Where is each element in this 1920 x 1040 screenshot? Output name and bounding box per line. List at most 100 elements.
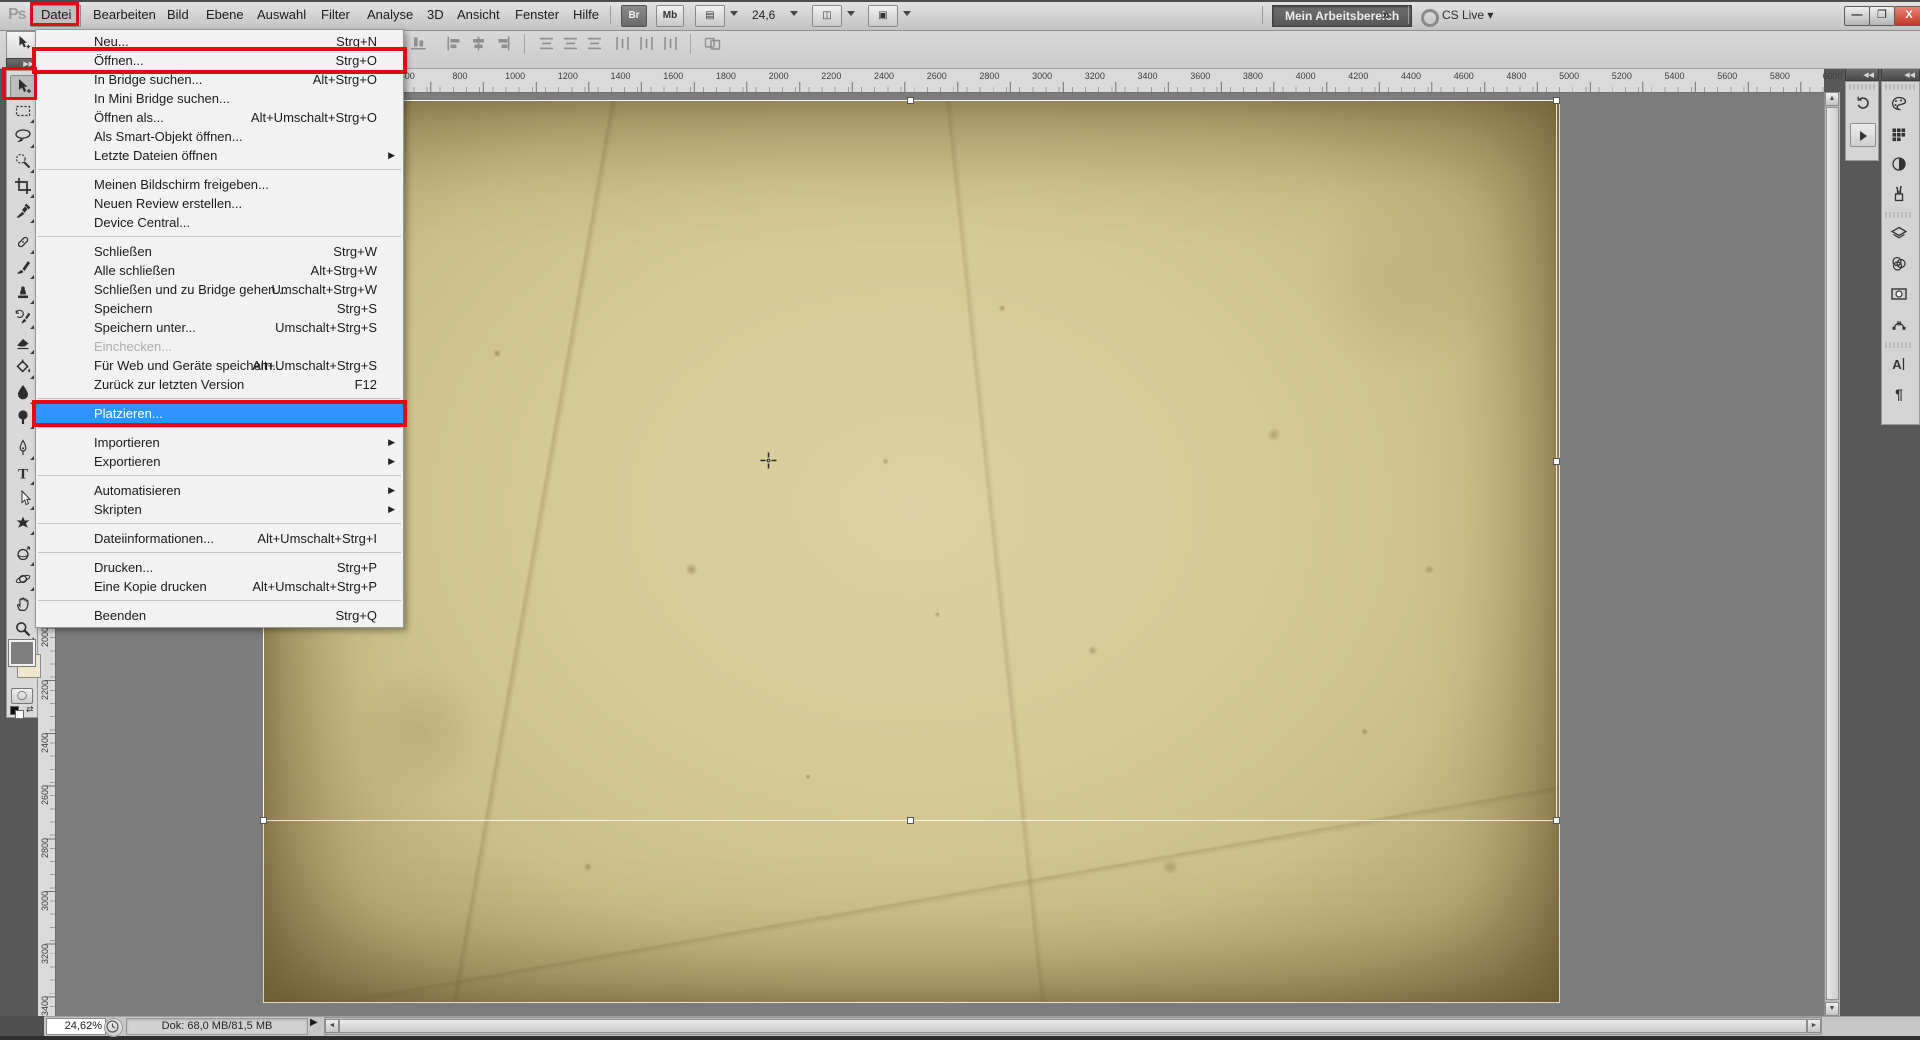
scroll-left-icon[interactable]: ◄ <box>325 1019 339 1033</box>
brush-tool[interactable] <box>10 256 35 280</box>
dock2-collapse-header[interactable]: ◀◀ <box>1881 68 1920 81</box>
distribute-vertical-centers-icon[interactable] <box>562 36 579 51</box>
cslive-menu[interactable]: CS Live ▾ <box>1442 8 1493 22</box>
history-panel[interactable] <box>1850 92 1876 116</box>
file-menu-item[interactable]: Schließen und zu Bridge gehen... Umschal… <box>36 280 403 299</box>
auto-align-layers-icon[interactable] <box>704 36 721 51</box>
paths-panel[interactable] <box>1886 312 1912 336</box>
scroll-down-icon[interactable]: ▼ <box>1825 1002 1839 1016</box>
3d-object-rotate-tool[interactable] <box>10 543 35 567</box>
menu-analyse[interactable]: Analyse <box>358 5 422 25</box>
masks-panel[interactable] <box>1886 282 1912 306</box>
file-menu-item[interactable]: Skripten ▶ <box>36 500 403 519</box>
distribute-top-edges-icon[interactable] <box>538 36 555 51</box>
type-tool[interactable]: T <box>10 462 35 486</box>
menu-bearbeiten[interactable]: Bearbeiten <box>84 5 165 25</box>
clock-icon[interactable] <box>104 1018 123 1037</box>
custom-shape-tool[interactable] <box>10 512 35 536</box>
default-colors-icon[interactable] <box>10 706 24 718</box>
pen-tool[interactable] <box>10 437 35 461</box>
file-menu-item[interactable]: Öffnen... Strg+O <box>36 51 403 70</box>
file-menu-item[interactable]: Schließen Strg+W <box>36 242 403 261</box>
menu-ebene[interactable]: Ebene <box>197 5 253 25</box>
handle-bottom-left[interactable] <box>260 817 267 824</box>
file-menu-item[interactable]: Beenden Strg+Q <box>36 606 403 625</box>
file-menu-item[interactable]: Einchecken... <box>36 337 403 356</box>
distribute-horizontal-centers-icon[interactable] <box>638 36 655 51</box>
adjustments-panel[interactable] <box>1886 152 1912 176</box>
file-menu-item[interactable]: Speichern Strg+S <box>36 299 403 318</box>
lasso-tool[interactable] <box>10 125 35 149</box>
menu-bild[interactable]: Bild <box>158 5 198 25</box>
file-menu-item[interactable]: Zurück zur letzten Version F12 <box>36 375 403 394</box>
vertical-scrollbar-thumb[interactable] <box>1826 107 1839 1000</box>
color-panel[interactable] <box>1886 92 1912 116</box>
file-menu-item[interactable]: In Bridge suchen... Alt+Strg+O <box>36 70 403 89</box>
file-menu-item[interactable]: Letzte Dateien öffnen ▶ <box>36 146 403 165</box>
align-bottom-edges-icon[interactable] <box>410 36 427 51</box>
launch-mini-bridge-button[interactable]: Mb <box>656 5 684 27</box>
workspace-overflow-chevrons[interactable]: » <box>1382 6 1390 22</box>
character-panel[interactable]: A <box>1886 352 1912 376</box>
crop-tool[interactable] <box>10 175 35 199</box>
zoom-level-field[interactable]: 24,6 <box>752 8 775 22</box>
scroll-up-icon[interactable]: ▲ <box>1825 92 1839 106</box>
file-menu-item[interactable]: Eine Kopie drucken Alt+Umschalt+Strg+P <box>36 577 403 596</box>
file-menu-item[interactable]: Exportieren ▶ <box>36 452 403 471</box>
brush-presets-panel[interactable] <box>1886 182 1912 206</box>
clone-stamp-tool[interactable] <box>10 281 35 305</box>
horizontal-scrollbar[interactable]: ◄ ► <box>324 1017 1822 1035</box>
eyedropper-tool[interactable] <box>10 200 35 224</box>
handle-middle-right[interactable] <box>1553 458 1560 465</box>
layers-panel[interactable] <box>1886 222 1912 246</box>
swap-colors-icon[interactable]: ⇄ <box>26 704 34 715</box>
menu-hilfe[interactable]: Hilfe <box>564 5 608 25</box>
file-menu-item[interactable]: Neu... Strg+N <box>36 32 403 51</box>
quick-selection-tool[interactable] <box>10 150 35 174</box>
3d-camera-rotate-tool[interactable] <box>10 568 35 592</box>
zoom-percentage-field[interactable]: 24,62% <box>46 1018 106 1035</box>
channels-panel[interactable] <box>1886 252 1912 276</box>
burn-tool[interactable] <box>10 406 35 430</box>
zoom-level-caret-icon[interactable] <box>790 11 798 16</box>
arrange-documents-button[interactable]: ◫ <box>812 5 842 27</box>
distribute-right-edges-icon[interactable] <box>662 36 679 51</box>
blur-tool[interactable] <box>10 381 35 405</box>
hand-tool[interactable] <box>10 593 35 617</box>
foreground-color-swatch[interactable] <box>9 640 35 666</box>
menu-fenster[interactable]: Fenster <box>506 5 568 25</box>
quick-mask-button[interactable]: ◯ <box>11 688 33 704</box>
rectangular-marquee-tool[interactable] <box>10 100 35 124</box>
swatches-panel[interactable] <box>1886 122 1912 146</box>
handle-bottom-right[interactable] <box>1553 817 1560 824</box>
screen-mode-button[interactable]: ▣ <box>868 5 898 27</box>
file-menu-item[interactable]: Meinen Bildschirm freigeben... <box>36 175 403 194</box>
paint-bucket-tool[interactable] <box>10 356 35 380</box>
file-menu-item[interactable]: Device Central... <box>36 213 403 232</box>
file-menu-item[interactable]: Als Smart-Objekt öffnen... <box>36 127 403 146</box>
view-extras-caret-icon[interactable] <box>730 11 738 16</box>
arrange-documents-caret-icon[interactable] <box>847 11 855 16</box>
horizontal-scrollbar-thumb[interactable] <box>339 1019 1807 1033</box>
file-menu-item[interactable]: Importieren ▶ <box>36 433 403 452</box>
file-menu-item[interactable]: Platzieren... <box>36 404 403 423</box>
history-brush-tool[interactable] <box>10 306 35 330</box>
eraser-tool[interactable] <box>10 331 35 355</box>
workspace-button[interactable]: Mein Arbeitsbereich <box>1272 5 1412 27</box>
file-menu-item[interactable]: Alle schließen Alt+Strg+W <box>36 261 403 280</box>
menu-auswahl[interactable]: Auswahl <box>248 5 315 25</box>
align-left-edges-icon[interactable] <box>446 36 463 51</box>
document-size-field[interactable]: Dok: 68,0 MB/81,5 MB <box>126 1018 308 1035</box>
file-menu-item[interactable]: Speichern unter... Umschalt+Strg+S <box>36 318 403 337</box>
launch-bridge-button[interactable]: Br <box>621 5 647 27</box>
screen-mode-caret-icon[interactable] <box>903 11 911 16</box>
close-button[interactable]: X <box>1894 6 1920 26</box>
file-menu-item[interactable]: Automatisieren ▶ <box>36 481 403 500</box>
file-menu-item[interactable]: In Mini Bridge suchen... <box>36 89 403 108</box>
align-horizontal-centers-icon[interactable] <box>470 36 487 51</box>
actions-panel[interactable] <box>1850 123 1876 147</box>
paragraph-panel[interactable]: ¶ <box>1886 382 1912 406</box>
file-menu-item[interactable]: Neuen Review erstellen... <box>36 194 403 213</box>
dock1-collapse-header[interactable]: ◀◀ <box>1845 68 1879 81</box>
path-selection-tool[interactable] <box>10 487 35 511</box>
